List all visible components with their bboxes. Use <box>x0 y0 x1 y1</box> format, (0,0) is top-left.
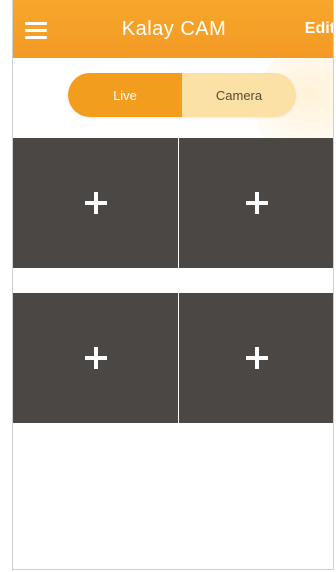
main-content: Live Camera <box>13 58 333 569</box>
add-camera-slot-3[interactable] <box>13 293 178 423</box>
top-bar: Kalay CAM Edit <box>13 0 333 58</box>
app-screen: Kalay CAM Edit Live Camera <box>12 0 334 570</box>
tab-camera[interactable]: Camera <box>182 73 296 117</box>
plus-icon <box>84 347 107 369</box>
edit-button[interactable]: Edit <box>305 20 333 38</box>
plus-icon <box>246 192 268 214</box>
app-title: Kalay CAM <box>121 17 227 40</box>
plus-icon <box>246 347 268 369</box>
add-camera-slot-4[interactable] <box>179 293 333 423</box>
camera-grid-row-1 <box>13 138 333 268</box>
plus-icon <box>84 192 107 214</box>
hamburger-menu-icon[interactable] <box>25 22 47 40</box>
add-camera-slot-2[interactable] <box>179 138 333 268</box>
tab-live[interactable]: Live <box>68 73 182 117</box>
add-camera-slot-1[interactable] <box>13 138 178 268</box>
view-switcher: Live Camera <box>68 73 296 117</box>
camera-grid-row-2 <box>13 293 333 423</box>
